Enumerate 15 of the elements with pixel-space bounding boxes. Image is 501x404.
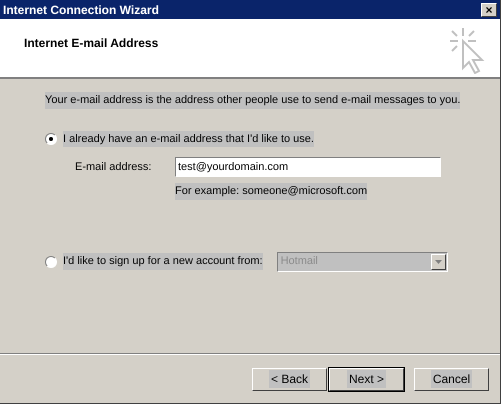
wizard-button[interactable]: Next >: [329, 368, 404, 390]
page-title: Internet E-mail Address: [24, 35, 158, 52]
cursor-sparkle-icon: [450, 28, 486, 74]
wizard-button[interactable]: Cancel: [414, 368, 489, 390]
field-label: E-mail address:: [75, 160, 152, 175]
radio-label[interactable]: I'd like to sign up for a new account from:: [63, 253, 263, 270]
radio-button[interactable]: [45, 256, 57, 268]
wizard-button[interactable]: < Back: [252, 368, 327, 390]
description-text: Your e-mail address is the address other people use to send e-mail messages to you.: [45, 92, 460, 108]
example-text: For example: someone@microsoft.com: [175, 183, 368, 200]
window-title: Internet Connection Wizard: [3, 2, 159, 18]
radio-button[interactable]: [45, 132, 57, 145]
email-input[interactable]: test@yourdomain.com: [175, 157, 441, 177]
radio-label[interactable]: I already have an e-mail address that I'd like to use.: [63, 130, 314, 147]
close-button[interactable]: ×: [481, 2, 497, 16]
